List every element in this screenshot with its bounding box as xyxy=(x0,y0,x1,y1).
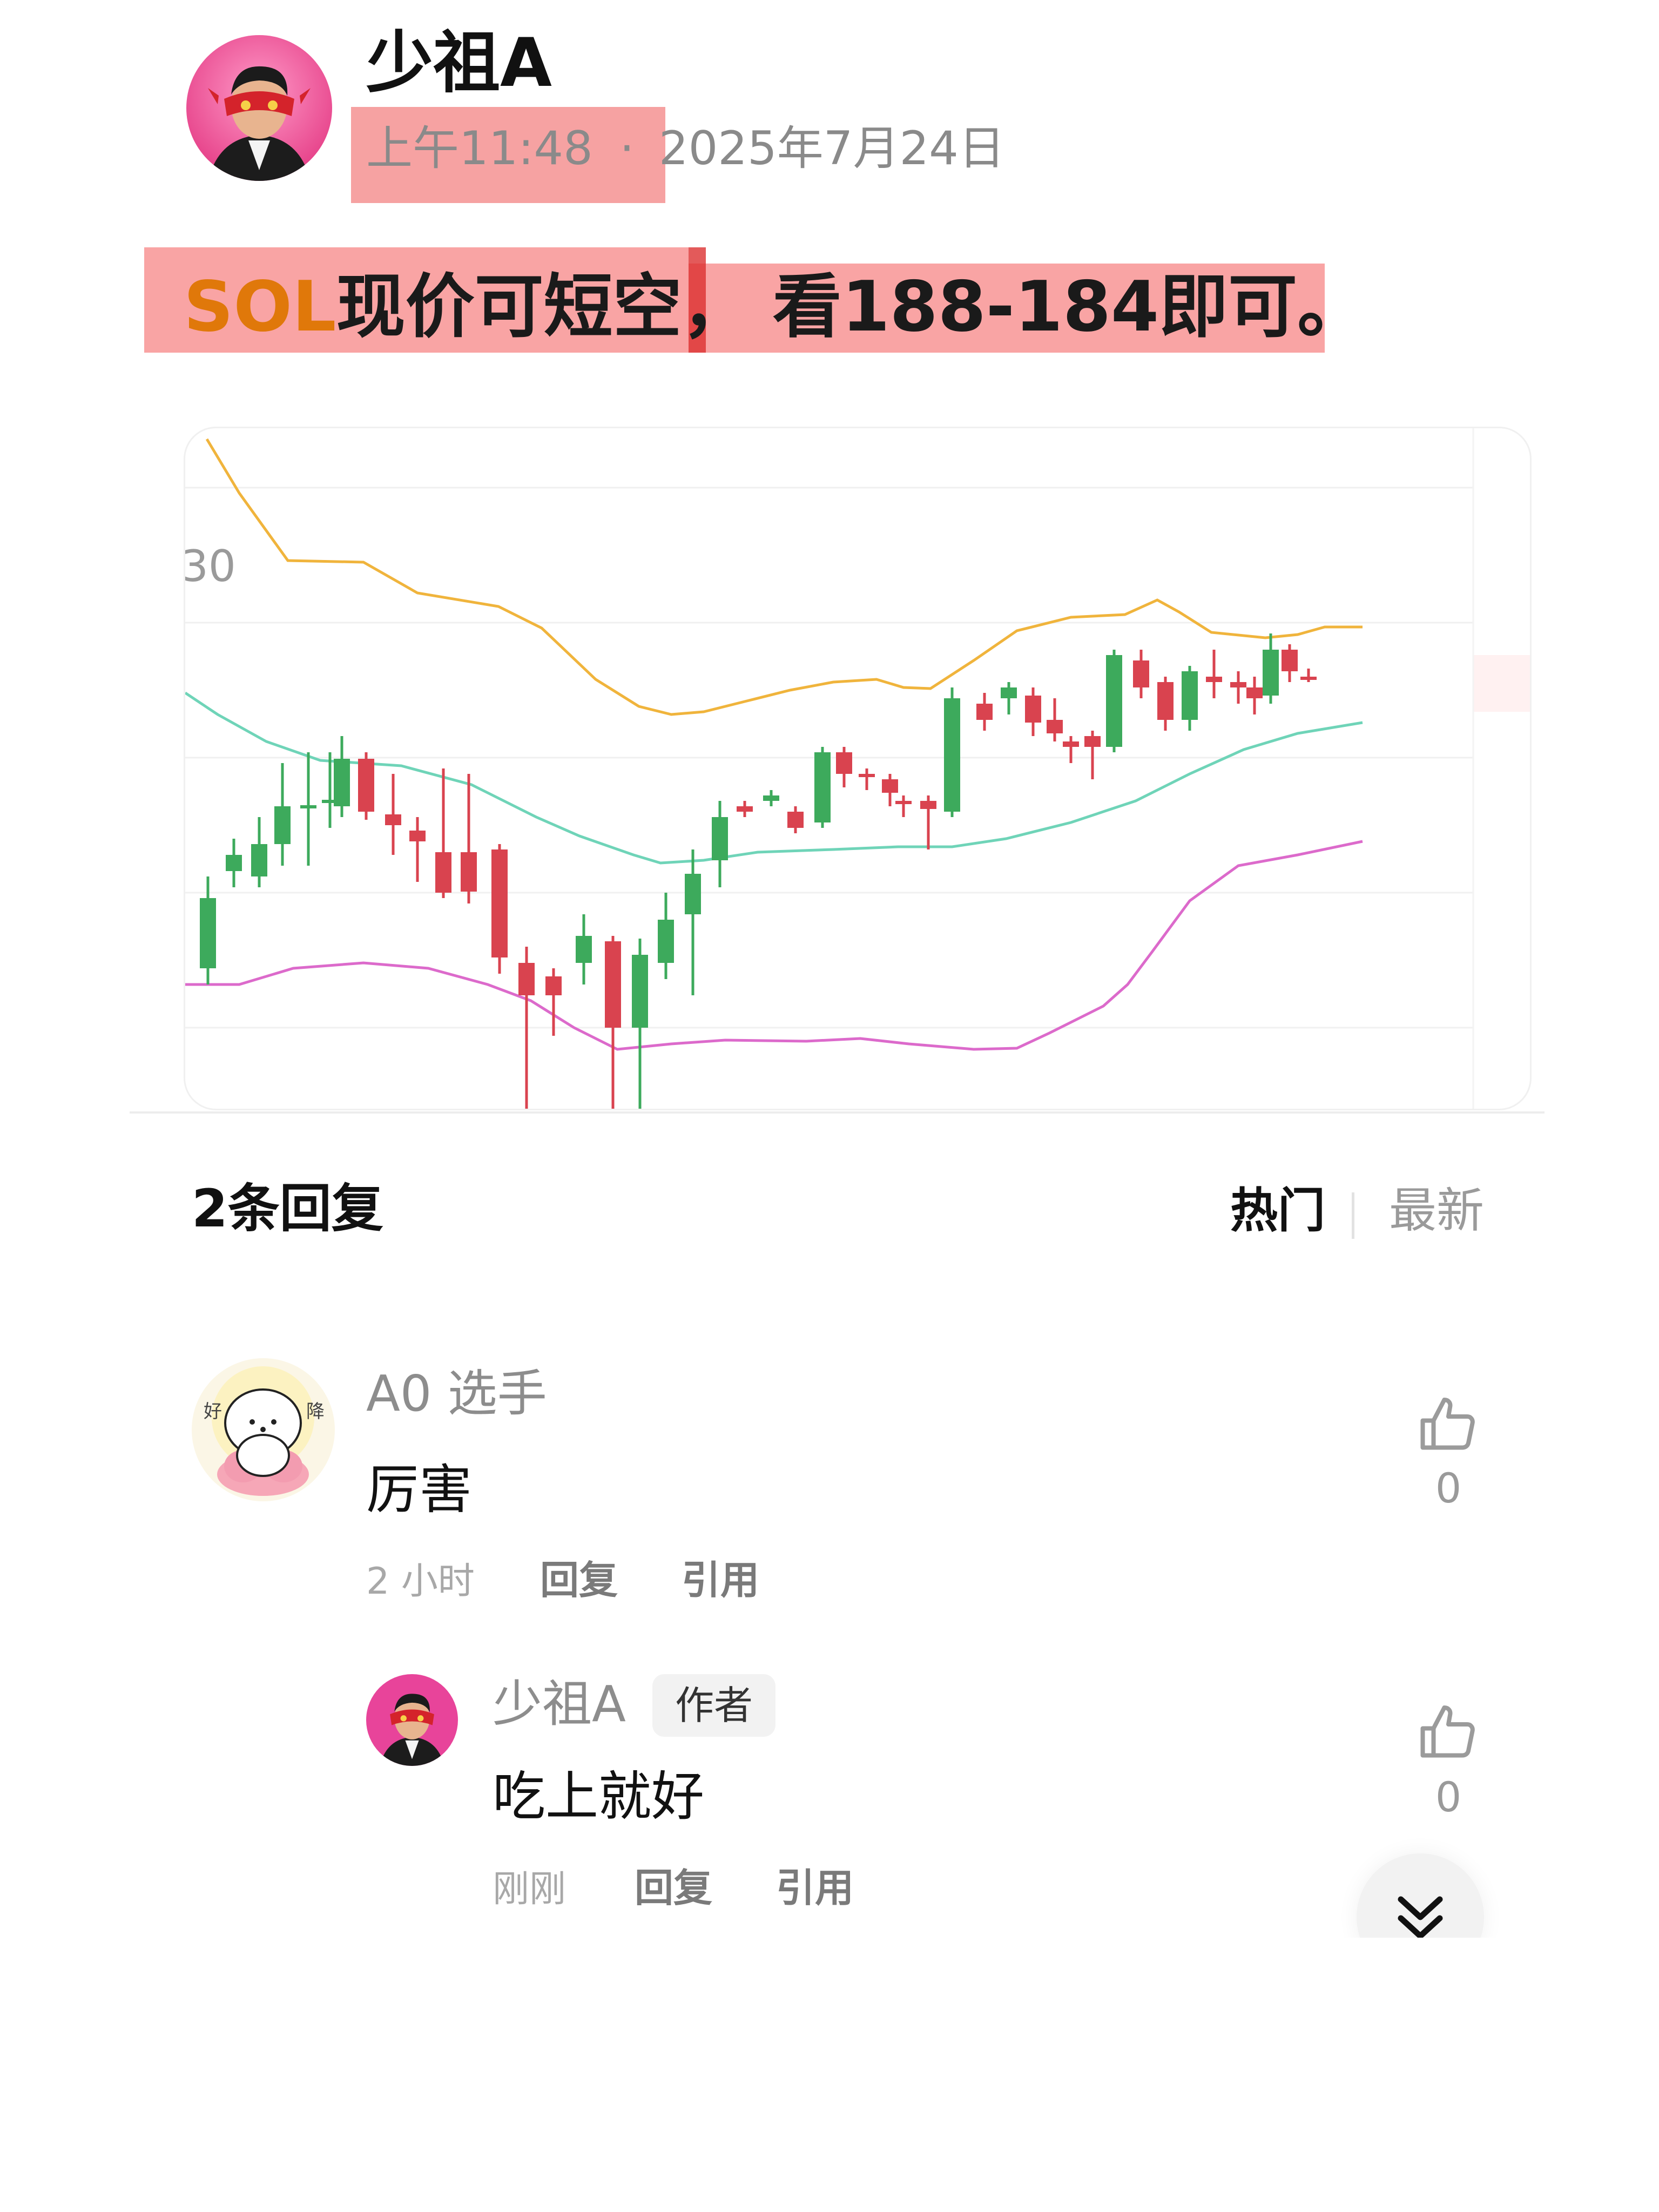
post-symbol[interactable]: SOL xyxy=(184,267,336,347)
reply-like-button[interactable] xyxy=(1416,1700,1481,1765)
reply-reply-button[interactable]: 回复 xyxy=(635,1869,712,1907)
like-count: 0 xyxy=(1435,1464,1462,1512)
post-time: 上午11:48 xyxy=(366,122,593,176)
candle-bearish xyxy=(1047,720,1063,733)
chart-canvas: 30 xyxy=(185,428,1530,1109)
post-meta: 上午11:48 · 2025年7月24日 xyxy=(366,125,1005,172)
candle-bearish xyxy=(545,976,562,995)
candle-bearish xyxy=(1246,687,1263,698)
svg-text:好: 好 xyxy=(204,1401,222,1422)
svg-text:降: 降 xyxy=(306,1401,325,1422)
candle-bearish xyxy=(1282,650,1298,671)
candle-bullish xyxy=(712,817,728,860)
candle-bearish xyxy=(1133,660,1149,687)
candle-bullish xyxy=(658,920,674,963)
comment-reply-button[interactable]: 回复 xyxy=(540,1561,618,1600)
comment-quote-button[interactable]: 引用 xyxy=(682,1561,759,1600)
candle-bearish xyxy=(836,752,852,774)
candle-bearish xyxy=(1300,677,1317,680)
replies-count: 2条回复 xyxy=(192,1178,383,1239)
author-name[interactable]: 少祖A xyxy=(366,30,552,97)
candle-bearish xyxy=(976,704,993,720)
candle-bearish xyxy=(895,801,912,804)
candle-bearish xyxy=(859,774,875,777)
candle-bearish xyxy=(1084,736,1101,747)
sort-separator xyxy=(1352,1192,1354,1239)
price-marker xyxy=(1473,655,1530,712)
author-badge: 作者 xyxy=(652,1674,776,1737)
candle-bullish xyxy=(632,955,648,1028)
post-text-part2: 看188-184即可。 xyxy=(772,267,1367,347)
price-tick-label: 30 xyxy=(185,541,236,591)
candle-bullish xyxy=(274,806,291,844)
meta-separator: · xyxy=(619,122,635,176)
candle-bullish xyxy=(1263,650,1279,696)
candle-bullish xyxy=(200,898,216,968)
thumbs-up-icon xyxy=(1420,1705,1475,1758)
price-chart[interactable]: 30 xyxy=(184,427,1532,1110)
candle-bearish xyxy=(737,806,753,812)
reply-time: 刚刚 xyxy=(493,1868,567,1911)
candle-bearish xyxy=(435,852,451,893)
candle-bearish xyxy=(461,852,477,892)
comment-username[interactable]: A0 选手 xyxy=(366,1369,547,1419)
author-avatar[interactable] xyxy=(186,35,332,181)
candle-bearish xyxy=(1063,741,1079,747)
candle-bullish xyxy=(814,752,831,822)
reply-body: 吃上就好 xyxy=(493,1766,705,1827)
sort-hot-tab[interactable]: 热门 xyxy=(1230,1187,1325,1235)
candle-bullish xyxy=(685,874,701,914)
candle-bullish xyxy=(334,759,350,806)
post-text: SOL现价可短空， 看188-184即可。 xyxy=(184,273,1366,342)
candle-bullish xyxy=(944,698,960,812)
candle-bearish xyxy=(385,814,401,825)
candle-bearish xyxy=(787,812,804,828)
candle-bullish xyxy=(763,795,779,801)
comment-body: 厉害 xyxy=(366,1459,473,1521)
candle-bearish xyxy=(409,831,426,841)
reply-avatar[interactable] xyxy=(366,1674,458,1766)
candle-bearish xyxy=(920,801,936,809)
candle-bullish xyxy=(1182,671,1198,720)
divider xyxy=(130,1111,1545,1114)
candle-bullish xyxy=(1001,687,1017,698)
thumbs-up-icon xyxy=(1420,1398,1475,1450)
candle-bearish xyxy=(605,941,621,1028)
candle-bearish xyxy=(1206,677,1222,682)
like-button[interactable] xyxy=(1416,1392,1481,1457)
bollinger-lower-line xyxy=(185,840,1363,1051)
page-bottom-blank xyxy=(0,1938,1659,2212)
commenter-avatar[interactable]: 好 降 xyxy=(192,1358,335,1501)
candle-bullish xyxy=(576,936,592,963)
reply-like-count: 0 xyxy=(1435,1773,1462,1821)
candle-bearish xyxy=(1157,682,1174,720)
candle-bearish xyxy=(882,779,898,793)
reply-username[interactable]: 少祖A xyxy=(493,1680,626,1729)
candle-bullish xyxy=(300,805,316,808)
candlesticks xyxy=(200,633,1317,1109)
candle-bearish xyxy=(358,759,374,812)
post-date: 2025年7月24日 xyxy=(658,122,1005,176)
comment-time: 2 小时 xyxy=(366,1560,475,1603)
candle-bullish xyxy=(1106,655,1122,747)
post-text-part1: 现价可短空， xyxy=(336,267,751,347)
sort-new-tab[interactable]: 最新 xyxy=(1389,1187,1484,1235)
candle-bullish xyxy=(251,844,267,876)
candle-bearish xyxy=(1230,682,1246,687)
candle-bearish xyxy=(518,963,535,995)
reply-quote-button[interactable]: 引用 xyxy=(776,1869,854,1907)
candle-bullish xyxy=(226,855,242,871)
candle-bearish xyxy=(1025,696,1041,723)
candle-bearish xyxy=(491,849,508,957)
